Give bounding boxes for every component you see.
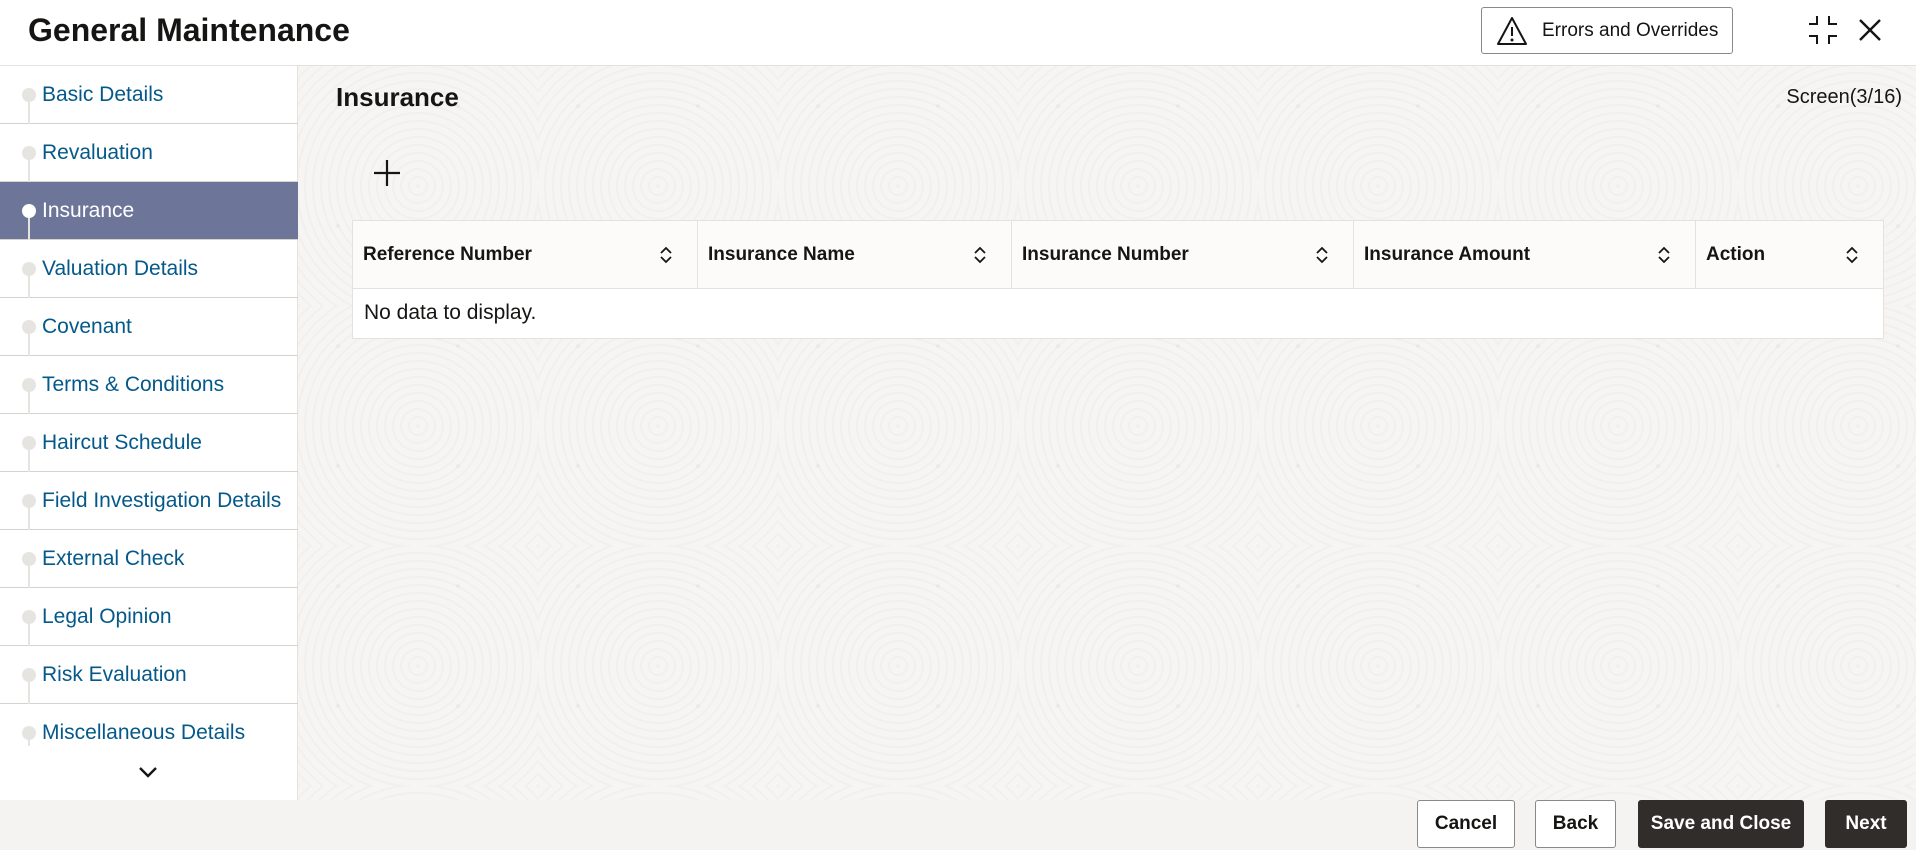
sort-icon <box>660 246 672 264</box>
sidebar-item-miscellaneous-details[interactable]: Miscellaneous Details <box>0 704 298 746</box>
sort-icon <box>1658 246 1670 264</box>
column-header-label: Insurance Number <box>1022 244 1189 265</box>
step-dot-icon <box>22 610 36 624</box>
step-dot-icon <box>22 436 36 450</box>
table-header-row: Reference Number Insurance Name Insuranc… <box>353 221 1883 289</box>
screen-indicator: Screen(3/16) <box>1786 86 1902 108</box>
sidebar-item-label: Terms & Conditions <box>42 372 225 396</box>
errors-and-overrides-label: Errors and Overrides <box>1542 19 1719 41</box>
step-dot-icon <box>22 726 36 740</box>
main-content: Insurance Screen(3/16) Reference Number … <box>298 66 1916 800</box>
step-rail <box>28 334 30 356</box>
sidebar-item-label: Valuation Details <box>42 256 199 280</box>
insurance-table: Reference Number Insurance Name Insuranc… <box>352 220 1884 339</box>
step-rail <box>28 276 30 298</box>
column-header-label: Action <box>1706 244 1766 265</box>
step-rail <box>28 218 30 240</box>
sidebar-item-label: Miscellaneous Details <box>42 720 246 744</box>
sidebar-item-field-investigation-details[interactable]: Field Investigation Details <box>0 472 298 530</box>
sidebar-item-haircut-schedule[interactable]: Haircut Schedule <box>0 414 298 472</box>
sidebar-item-label: Legal Opinion <box>42 604 172 628</box>
sidebar-item-label: Insurance <box>42 198 135 222</box>
sort-icon <box>1316 246 1328 264</box>
sidebar-item-external-check[interactable]: External Check <box>0 530 298 588</box>
step-rail <box>28 740 30 746</box>
sidebar-item-label: Risk Evaluation <box>42 662 187 686</box>
sidebar-item-label: Field Investigation Details <box>42 488 282 512</box>
step-rail <box>28 392 30 414</box>
sidebar-item-label: Covenant <box>42 314 132 338</box>
step-dot-icon <box>22 494 36 508</box>
chevron-down-icon[interactable] <box>132 756 164 788</box>
sidebar-item-covenant[interactable]: Covenant <box>0 298 298 356</box>
empty-table-message: No data to display. <box>364 301 537 324</box>
column-header-label: Insurance Name <box>708 244 855 265</box>
sidebar-item-legal-opinion[interactable]: Legal Opinion <box>0 588 298 646</box>
errors-and-overrides-button[interactable]: Errors and Overrides <box>1481 7 1733 54</box>
column-header-insurance-amount[interactable]: Insurance Amount <box>1354 221 1696 289</box>
column-header-insurance-name[interactable]: Insurance Name <box>698 221 1012 289</box>
step-dot-icon <box>22 262 36 276</box>
step-rail <box>28 566 30 588</box>
step-rail <box>28 450 30 472</box>
sidebar: Basic Details Revaluation Insurance Valu… <box>0 66 298 800</box>
sidebar-item-basic-details[interactable]: Basic Details <box>0 66 298 124</box>
step-dot-icon <box>22 146 36 160</box>
sidebar-item-risk-evaluation[interactable]: Risk Evaluation <box>0 646 298 704</box>
header-bar: General Maintenance Errors and Overrides <box>0 0 1916 66</box>
column-header-label: Insurance Amount <box>1364 244 1531 265</box>
back-button[interactable]: Back <box>1535 800 1616 848</box>
close-icon[interactable] <box>1852 12 1888 48</box>
step-dot-icon <box>22 88 36 102</box>
sidebar-item-label: Basic Details <box>42 82 164 106</box>
column-header-insurance-number[interactable]: Insurance Number <box>1012 221 1354 289</box>
step-rail <box>28 508 30 530</box>
add-icon[interactable] <box>368 154 406 192</box>
cancel-button[interactable]: Cancel <box>1417 800 1515 848</box>
page-title: General Maintenance <box>28 12 350 48</box>
step-dot-icon <box>22 668 36 682</box>
step-dot-icon <box>22 552 36 566</box>
step-rail <box>28 160 30 182</box>
step-dot-icon <box>22 204 36 218</box>
app-window: General Maintenance Errors and Overrides <box>0 0 1916 850</box>
sidebar-item-valuation-details[interactable]: Valuation Details <box>0 240 298 298</box>
column-header-action[interactable]: Action <box>1696 221 1883 289</box>
column-header-reference-number[interactable]: Reference Number <box>353 221 698 289</box>
sidebar-nav-list: Basic Details Revaluation Insurance Valu… <box>0 66 298 746</box>
section-title: Insurance <box>336 82 459 112</box>
step-rail <box>28 682 30 704</box>
sort-icon <box>1846 246 1858 264</box>
step-dot-icon <box>22 378 36 392</box>
background-pattern <box>298 66 1916 800</box>
shrink-icon[interactable] <box>1805 12 1841 48</box>
next-button[interactable]: Next <box>1825 800 1907 848</box>
sidebar-item-label: Revaluation <box>42 140 153 164</box>
step-rail <box>28 102 30 124</box>
save-and-close-button[interactable]: Save and Close <box>1638 800 1804 848</box>
column-header-label: Reference Number <box>363 244 532 265</box>
sidebar-item-label: Haircut Schedule <box>42 430 202 454</box>
sort-icon <box>974 246 986 264</box>
sidebar-item-insurance[interactable]: Insurance <box>0 182 298 240</box>
warning-triangle-icon <box>1496 15 1528 47</box>
sidebar-item-label: External Check <box>42 546 185 570</box>
footer-bar: Cancel Back Save and Close Next <box>0 800 1916 850</box>
sidebar-item-terms-conditions[interactable]: Terms & Conditions <box>0 356 298 414</box>
sidebar-item-revaluation[interactable]: Revaluation <box>0 124 298 182</box>
step-rail <box>28 624 30 646</box>
step-dot-icon <box>22 320 36 334</box>
